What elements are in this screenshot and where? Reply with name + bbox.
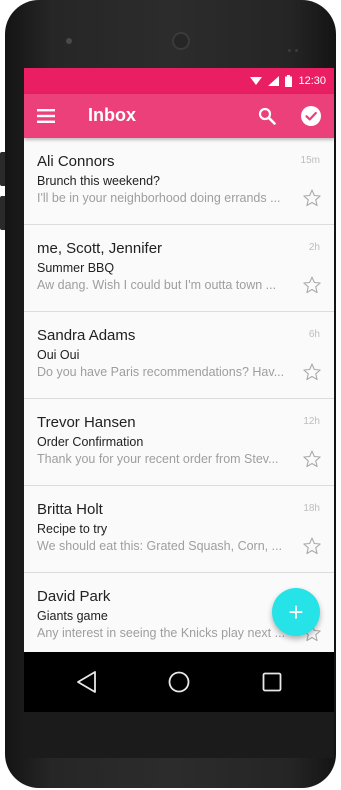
navigation-bar [24, 652, 334, 712]
plus-icon: + [288, 597, 304, 627]
message-subject: Summer BBQ [37, 261, 115, 275]
message-time: 6h [308, 329, 320, 340]
star-icon[interactable] [302, 536, 322, 556]
sender-name: Sandra Adams [37, 327, 136, 344]
status-bar: 12:30 [24, 68, 334, 94]
message-subject: Order Confirmation [37, 435, 144, 449]
message-preview: Any interest in seeing the Knicks play n… [37, 626, 286, 640]
message-time: 15m [300, 155, 320, 166]
message-subject: Brunch this weekend? [37, 174, 160, 188]
message-time: 18h [303, 503, 320, 514]
proximity-sensor [66, 38, 72, 44]
sender-name: Britta Holt [37, 501, 103, 518]
message-list: Ali Connors Brunch this weekend? I'll be… [24, 138, 334, 652]
recents-icon[interactable] [262, 672, 282, 692]
device-stage: 12:30 Inbox Ali Connors Brunch this week… [0, 0, 341, 790]
sender-name: me, Scott, Jennifer [37, 240, 163, 257]
cell-signal-icon [268, 76, 280, 86]
message-subject: Oui Oui [37, 348, 80, 362]
message-preview: I'll be in your neighborhood doing erran… [37, 191, 281, 205]
list-item[interactable]: Britta Holt Recipe to try We should eat … [24, 486, 334, 573]
sender-name: Trevor Hansen [37, 414, 136, 431]
status-time: 12:30 [298, 75, 326, 87]
battery-icon [285, 75, 293, 87]
list-item[interactable]: Trevor Hansen Order Confirmation Thank y… [24, 399, 334, 486]
wifi-icon [250, 76, 263, 86]
list-item[interactable]: me, Scott, Jennifer Summer BBQ Aw dang. … [24, 225, 334, 312]
list-item[interactable]: Ali Connors Brunch this weekend? I'll be… [24, 138, 334, 225]
message-subject: Recipe to try [37, 522, 108, 536]
star-icon[interactable] [302, 449, 322, 469]
screen: 12:30 Inbox Ali Connors Brunch this week… [24, 68, 334, 758]
sender-name: Ali Connors [37, 153, 115, 170]
search-icon[interactable] [256, 105, 278, 127]
app-bar: Inbox [24, 94, 334, 138]
star-icon[interactable] [302, 188, 322, 208]
star-icon[interactable] [302, 362, 322, 382]
page-title: Inbox [88, 105, 136, 125]
star-icon[interactable] [302, 275, 322, 295]
message-time: 2h [308, 242, 320, 253]
speaker-grille [288, 39, 310, 52]
check-circle-icon[interactable] [300, 105, 322, 127]
front-camera [172, 32, 190, 50]
list-item[interactable]: Sandra Adams Oui Oui Do you have Paris r… [24, 312, 334, 399]
back-icon[interactable] [76, 670, 98, 694]
menu-icon[interactable] [36, 106, 56, 126]
phone-frame: 12:30 Inbox Ali Connors Brunch this week… [5, 0, 336, 788]
compose-fab-button[interactable]: + [272, 588, 320, 636]
home-icon[interactable] [168, 671, 190, 693]
message-time: 12h [303, 416, 320, 427]
message-preview: We should eat this: Grated Squash, Corn,… [37, 539, 283, 553]
message-preview: Aw dang. Wish I could but I'm outta town… [37, 278, 277, 292]
message-preview: Thank you for your recent order from Ste… [37, 452, 279, 466]
message-preview: Do you have Paris recommendations? Hav..… [37, 365, 285, 379]
